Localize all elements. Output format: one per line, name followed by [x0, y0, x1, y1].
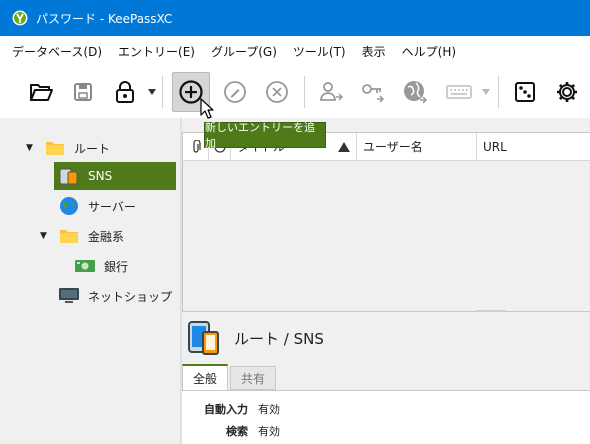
folder-icon — [58, 226, 80, 246]
field-value: 有効 — [258, 425, 280, 438]
menu-help[interactable]: ヘルプ(H) — [402, 43, 456, 60]
open-url-icon — [404, 81, 428, 104]
tree-item-netshop[interactable]: ネットショップ — [58, 282, 176, 310]
tree-item-label: サーバー — [88, 199, 136, 214]
tooltip: 新しいエントリーを追加 — [204, 121, 326, 150]
delete-entry-button[interactable] — [258, 72, 296, 112]
tab-general-label: 全般 — [193, 371, 218, 386]
tab-general-content: 自動入力 有効 検索 有効 — [182, 390, 590, 444]
tab-share-label: 共有 — [241, 371, 266, 386]
toolbar-separator — [162, 76, 163, 108]
field-key: 自動入力 — [204, 403, 248, 416]
toolbar — [0, 66, 590, 118]
perform-autotype-button[interactable] — [440, 72, 478, 112]
field-key: 検索 — [226, 425, 248, 438]
main-area: ▼ ルート SNS サーバー ▼ 金融系 銀行 ネットショップ ユーザー名 UR… — [0, 118, 590, 444]
tree-item-label: ネットショップ — [88, 289, 173, 304]
title-bar: パスワード - KeePassXC — [0, 0, 590, 36]
copy-username-icon — [320, 82, 344, 101]
expand-arrow-icon[interactable]: ▼ — [26, 143, 38, 153]
group-tree: ▼ ルート SNS サーバー ▼ 金融系 銀行 ネットショップ — [0, 118, 180, 444]
device-icon — [58, 166, 80, 186]
column-url-label: URL — [483, 139, 507, 154]
folder-open-icon — [30, 84, 53, 101]
settings-icon — [557, 82, 577, 102]
column-username-label: ユーザー名 — [363, 140, 423, 154]
folder-icon — [44, 138, 66, 158]
paperclip-icon — [193, 139, 201, 153]
tree-item-label: 金融系 — [88, 229, 125, 244]
tree-item-servers[interactable]: サーバー — [58, 192, 176, 220]
copy-password-button[interactable] — [354, 72, 392, 112]
menu-database[interactable]: データベース(D) — [12, 43, 102, 60]
monitor-icon — [58, 286, 80, 306]
tree-item-finance[interactable]: ▼ 金融系 — [40, 222, 176, 250]
window-title: パスワード - KeePassXC — [36, 11, 173, 26]
open-url-button[interactable] — [396, 72, 434, 112]
entry-table: タイトル ユーザー名 URL — [182, 132, 590, 312]
settings-button[interactable] — [548, 72, 586, 112]
horizontal-splitter[interactable] — [476, 310, 506, 312]
menu-view[interactable]: 表示 — [362, 43, 386, 60]
menu-entries[interactable]: エントリー(E) — [118, 43, 195, 60]
globe-icon — [58, 196, 80, 216]
sort-ascending-icon — [338, 141, 350, 152]
column-username[interactable]: ユーザー名 — [357, 132, 477, 161]
edit-entry-button[interactable] — [216, 72, 254, 112]
lock-database-button[interactable] — [106, 72, 144, 112]
lock-icon — [116, 81, 134, 103]
autotype-keyboard-icon — [446, 85, 472, 99]
caret-down-icon — [482, 89, 490, 95]
tab-share[interactable]: 共有 — [230, 366, 277, 390]
delete-entry-icon — [266, 81, 288, 103]
copy-password-icon — [362, 84, 385, 103]
field-value: 有効 — [258, 403, 280, 416]
field-search: 検索 有効 — [190, 421, 280, 441]
device-icon — [188, 321, 219, 355]
group-path-title: ルート / SNS — [234, 329, 324, 348]
tree-item-label: ルート — [74, 141, 111, 156]
save-icon — [74, 83, 92, 101]
open-database-button[interactable] — [22, 72, 60, 112]
tree-item-root[interactable]: ▼ ルート — [26, 134, 176, 162]
password-generator-button[interactable] — [506, 72, 544, 112]
edit-entry-icon — [224, 81, 246, 103]
field-autotype: 自動入力 有効 — [190, 399, 280, 419]
entry-details-panel: ルート / SNS 全般 共有 自動入力 有効 検索 有効 — [182, 314, 590, 444]
autotype-dropdown-arrow[interactable] — [482, 86, 490, 98]
toolbar-separator — [304, 76, 305, 108]
menu-tools[interactable]: ツール(T) — [293, 43, 346, 60]
tree-item-label: SNS — [88, 169, 113, 183]
menu-bar: データベース(D) エントリー(E) グループ(G) ツール(T) 表示 ヘルプ… — [0, 36, 590, 66]
save-database-button[interactable] — [64, 72, 102, 112]
tree-item-sns[interactable]: SNS — [54, 162, 176, 190]
tree-item-label: 銀行 — [104, 259, 129, 274]
lock-dropdown-arrow[interactable] — [148, 86, 156, 98]
caret-down-icon — [148, 89, 156, 95]
details-header: ルート / SNS — [188, 318, 324, 358]
toolbar-separator — [498, 76, 499, 108]
expand-arrow-icon[interactable]: ▼ — [40, 231, 52, 241]
keepassxc-logo-icon — [12, 10, 28, 26]
copy-username-button[interactable] — [312, 72, 350, 112]
details-tabs: 全般 共有 — [182, 364, 590, 390]
tooltip-text: 新しいエントリーを追加 — [205, 121, 315, 150]
money-icon — [74, 256, 96, 276]
password-generator-icon — [515, 82, 535, 102]
tree-item-bank[interactable]: 銀行 — [74, 252, 176, 280]
column-url[interactable]: URL — [477, 133, 590, 161]
tab-general[interactable]: 全般 — [182, 364, 229, 390]
menu-groups[interactable]: グループ(G) — [211, 43, 277, 60]
mouse-cursor-icon — [200, 98, 214, 119]
